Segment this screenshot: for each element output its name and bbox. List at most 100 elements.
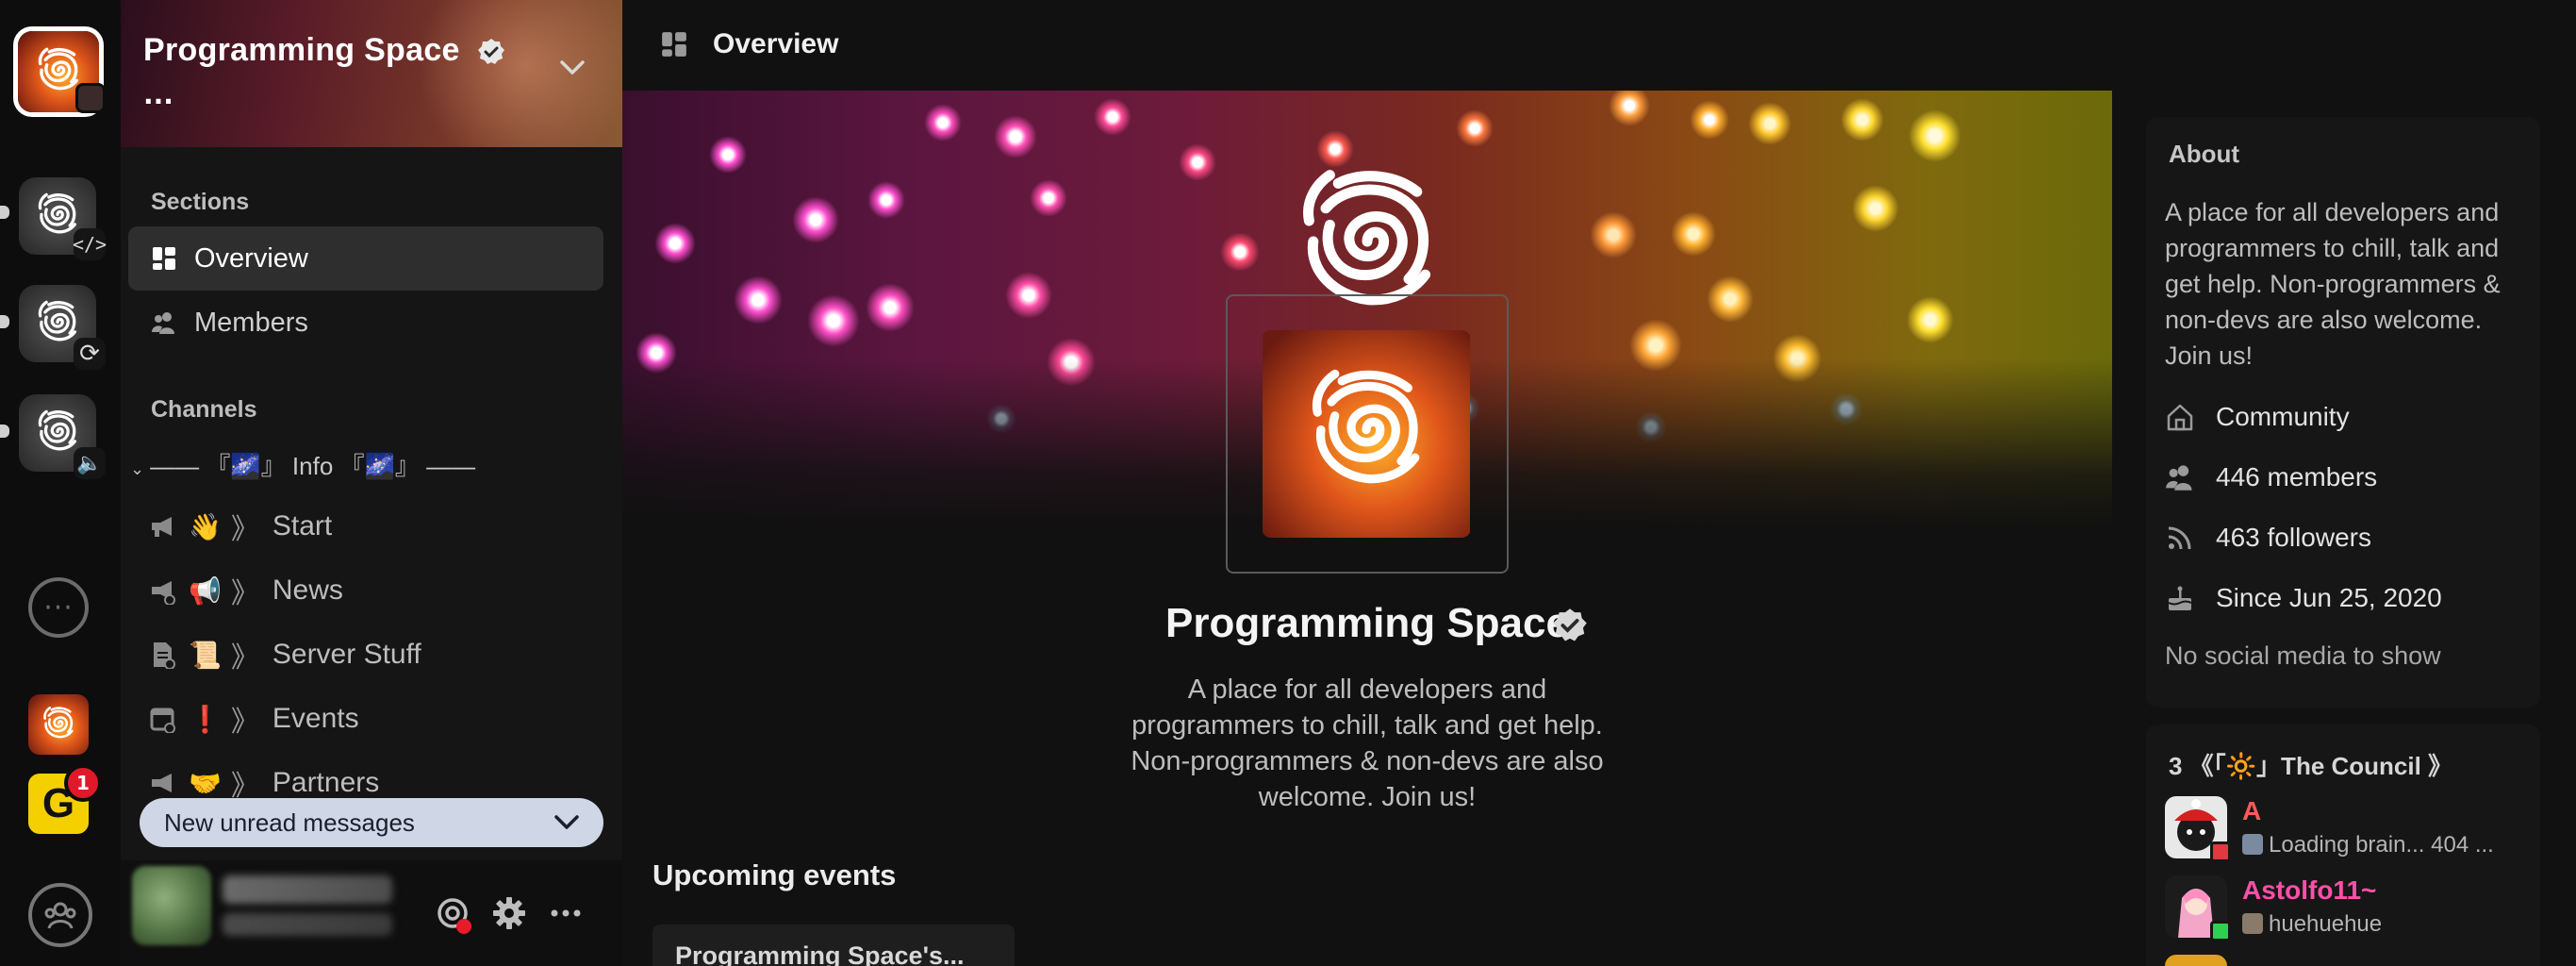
info-row-members: 446 members (2165, 458, 2377, 496)
members-icon (152, 312, 174, 334)
recording-dot (456, 919, 471, 934)
channel-emoji: 🤝 (189, 768, 222, 798)
member-status-text: Loading brain... 404 ... (2269, 832, 2494, 858)
unread-indicator (0, 206, 9, 219)
channel-label: Events (272, 703, 359, 734)
info-row-type: Community (2165, 398, 2350, 436)
sidebar-item-label: Members (194, 307, 308, 338)
channel-separator: 》 (230, 514, 259, 545)
category-label: —— 『🌌』 Info 『🌌』 —— (150, 452, 476, 480)
channel-news[interactable]: 📢 》 News (149, 564, 343, 617)
avatar (2165, 955, 2227, 966)
info-text: 446 members (2216, 462, 2378, 491)
house-icon (2167, 404, 2193, 431)
page-title: Overview (713, 28, 839, 59)
top-bar (622, 0, 2576, 91)
megaphone-icon (152, 517, 172, 537)
channel-emoji: ❗ (189, 704, 222, 734)
rss-icon (2168, 526, 2191, 550)
server-name: Programming Space (1165, 600, 1569, 646)
channel-separator: 》 (230, 578, 259, 609)
more-dots-icon[interactable] (547, 894, 585, 932)
community-home-icon[interactable] (28, 883, 92, 947)
member-status: Loading brain... 404 ... (2242, 832, 2494, 858)
about-heading: About (2169, 140, 2240, 168)
document-icon (154, 642, 175, 669)
chevron-down-icon (554, 815, 579, 829)
calendar-icon (150, 708, 175, 733)
sidebar-item-label: Overview (194, 242, 308, 274)
unread-indicator (0, 315, 9, 328)
server-description: A place for all developers and programme… (1131, 675, 1604, 812)
event-card-title: Programming Space's... (675, 941, 965, 966)
info-text: 463 followers (2216, 523, 2371, 552)
member-name: A (2242, 796, 2262, 825)
member-status: huehuehue (2242, 911, 2382, 938)
sync-icon: ⟳ (74, 338, 106, 370)
member-list-item[interactable]: Astolfo11~ huehuehue (2165, 875, 2533, 943)
channel-events[interactable]: ❗ 》 Events (149, 692, 359, 745)
avatar[interactable] (132, 866, 211, 945)
channel-label: Server Stuff (272, 639, 421, 670)
presence-dnd-indicator (2210, 841, 2231, 862)
info-row-followers: 463 followers (2165, 519, 2371, 557)
sidebar-item-overview[interactable]: Overview (128, 226, 603, 291)
member-list-item[interactable]: A Loading brain... 404 ... (2165, 796, 2533, 864)
user-name-blurred (223, 875, 392, 904)
sidebar-item-members[interactable]: Members (128, 291, 603, 355)
upcoming-events-heading: Upcoming events (652, 858, 897, 891)
channel-separator: 》 (230, 707, 259, 738)
verified-check-icon (1553, 608, 1587, 641)
members-icon (2166, 465, 2192, 491)
unread-indicator (0, 425, 9, 438)
status-emoji-icon (2242, 913, 2263, 934)
user-mini-avatar (75, 83, 106, 113)
channels-label: Channels (151, 396, 257, 423)
channel-emoji: 📜 (189, 640, 222, 670)
new-unread-messages-button[interactable]: New unread messages (140, 798, 603, 847)
server-icon-programming-space-small[interactable] (28, 694, 89, 755)
user-status-blurred (223, 913, 392, 936)
member-status-text: huehuehue (2269, 911, 2383, 937)
channel-label: Partners (272, 767, 380, 798)
member-name: Astolfo11~ (2242, 875, 2377, 905)
member-group-title: 3 《「🔆」The Council 》 (2169, 752, 2453, 780)
grid-icon (662, 32, 686, 57)
people-circle-icon (44, 902, 76, 929)
about-description: A place for all developers and programme… (2165, 198, 2501, 370)
server-subtitle: ... (143, 79, 173, 110)
server-title: Programming Space (143, 32, 460, 68)
cake-icon (2168, 586, 2192, 610)
speaker-icon: 🔈 (74, 447, 106, 479)
info-row-since: Since Jun 25, 2020 (2165, 579, 2442, 617)
megaphone-icon (152, 581, 175, 605)
channel-separator: 》 (230, 642, 259, 674)
channel-server-stuff[interactable]: 📜 》 Server Stuff (149, 628, 421, 681)
megaphone-icon (152, 774, 172, 792)
spiral-logo-icon (28, 694, 89, 755)
notification-badge: 1 (64, 764, 102, 802)
settings-gear-icon[interactable] (490, 894, 528, 932)
chat-bubble-icon[interactable]: ··· (28, 577, 89, 638)
channel-start[interactable]: 👋 》 Start (149, 500, 332, 553)
channel-label: Start (272, 510, 333, 541)
presence-online-indicator (2210, 921, 2231, 941)
status-emoji-icon (2242, 834, 2263, 855)
info-text: Community (2216, 402, 2350, 431)
info-text: Since Jun 25, 2020 (2216, 583, 2442, 612)
channel-label: News (272, 575, 343, 606)
server-logo (1262, 330, 1471, 538)
sections-label: Sections (151, 189, 250, 215)
unread-label: New unread messages (164, 808, 415, 837)
channel-emoji: 📢 (189, 575, 222, 606)
spiral-logo-icon (1263, 330, 1470, 538)
verified-check-icon (478, 39, 504, 64)
code-icon: </> (73, 228, 107, 260)
chevron-down-icon[interactable] (558, 57, 586, 77)
channel-category[interactable]: ⌄ —— 『🌌』 Info 『🌌』 —— (130, 447, 475, 482)
chevron-down-small-icon: ⌄ (130, 459, 145, 478)
channel-emoji: 👋 (189, 511, 222, 541)
server-header[interactable] (121, 0, 622, 147)
grid-icon (153, 247, 175, 270)
no-social-text: No social media to show (2165, 641, 2441, 670)
